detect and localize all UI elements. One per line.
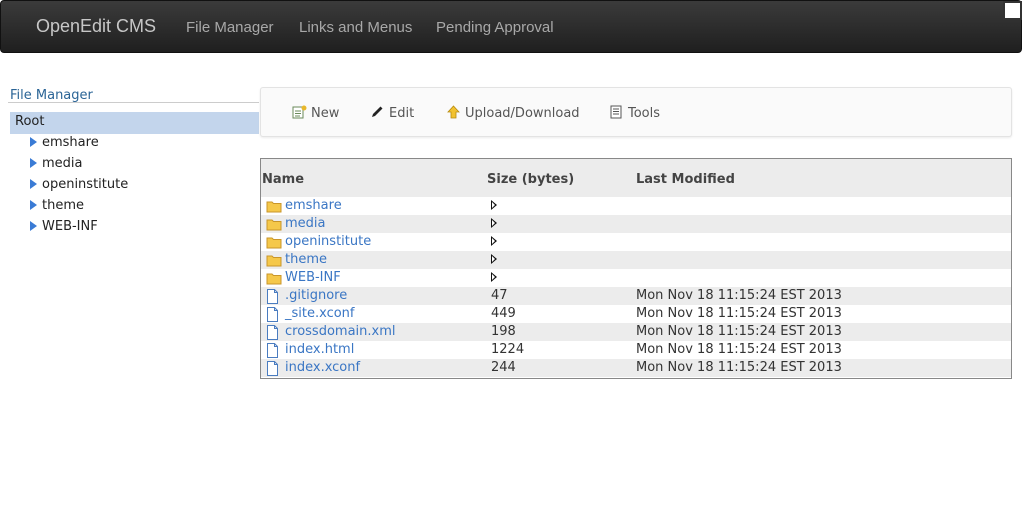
brand-title[interactable]: OpenEdit CMS [36,16,156,37]
file-name-link[interactable]: index.html [285,342,354,357]
table-row[interactable]: index.html 1224 Mon Nov 18 11:15:24 EST 20… [261,341,1011,359]
expand-arrow-icon[interactable] [30,137,37,147]
tree-item-web-inf[interactable]: WEB-INF [30,219,98,239]
expand-arrow-icon[interactable] [30,221,37,231]
table-row[interactable]: media [261,215,1011,233]
column-header-size[interactable]: Size (bytes) [487,172,574,187]
divider [8,102,259,103]
last-modified: Mon Nov 18 11:15:24 EST 2013 [636,342,842,357]
pencil-icon [372,106,383,117]
column-header-modified[interactable]: Last Modified [636,172,735,187]
window-control-box[interactable] [1003,1,1022,20]
new-file-icon [292,105,307,119]
document-icon [610,105,622,119]
nav-pending-approval[interactable]: Pending Approval [436,19,554,36]
tree-item-openinstitute[interactable]: openinstitute [30,177,128,197]
table-row[interactable]: WEB-INF [261,269,1011,287]
tools-button[interactable]: Tools [609,105,660,121]
table-row[interactable]: crossdomain.xml 198 Mon Nov 18 11:15:24 ES… [261,323,1011,341]
expand-arrow-icon[interactable] [491,272,497,282]
file-size: 198 [491,324,516,339]
upload-arrow-icon [447,105,460,119]
tree-item-label: theme [42,198,84,213]
expand-arrow-icon[interactable] [491,218,497,228]
new-button-label: New [311,106,340,121]
table-row[interactable]: emshare [261,197,1011,215]
nav-links-and-menus[interactable]: Links and Menus [299,19,412,36]
expand-arrow-icon[interactable] [491,254,497,264]
edit-button-label: Edit [389,106,415,121]
file-name-link[interactable]: media [285,216,326,231]
edit-button[interactable]: Edit [370,105,414,121]
tree-title: File Manager [10,88,93,103]
file-size: 244 [491,360,516,375]
last-modified: Mon Nov 18 11:15:24 EST 2013 [636,288,842,303]
file-table: Name Size (bytes) Last Modified emshare m… [260,158,1012,379]
file-name-link[interactable]: openinstitute [285,234,371,249]
file-name-link[interactable]: emshare [285,198,342,213]
upload-download-button[interactable]: Upload/Download [446,105,580,121]
nav-file-manager[interactable]: File Manager [186,19,274,36]
tree-item-media[interactable]: media [30,156,83,176]
file-name-link[interactable]: crossdomain.xml [285,324,396,339]
expand-arrow-icon[interactable] [491,236,497,246]
tools-button-label: Tools [628,106,661,121]
file-size: 449 [491,306,516,321]
file-name-link[interactable]: _site.xconf [285,306,355,321]
expand-arrow-icon[interactable] [30,158,37,168]
table-row[interactable]: theme [261,251,1011,269]
last-modified: Mon Nov 18 11:15:24 EST 2013 [636,324,842,339]
expand-arrow-icon[interactable] [491,200,497,210]
file-name-link[interactable]: .gitignore [285,288,347,303]
column-header-name[interactable]: Name [262,172,304,187]
tree-item-label: openinstitute [42,177,129,192]
tree-item-label: emshare [42,135,99,150]
file-size: 1224 [491,342,525,357]
table-row[interactable]: .gitignore 47 Mon Nov 18 11:15:24 EST 2013 [261,287,1011,305]
new-button[interactable]: New [292,105,339,121]
tree-item-label: WEB-INF [42,219,98,234]
file-name-link[interactable]: theme [285,252,327,267]
tree-root[interactable]: Root [10,112,259,134]
table-row[interactable]: _site.xconf 449 Mon Nov 18 11:15:24 EST 20… [261,305,1011,323]
last-modified: Mon Nov 18 11:15:24 EST 2013 [636,360,842,375]
tree-item-emshare[interactable]: emshare [30,135,99,155]
table-header: Name Size (bytes) Last Modified [261,159,1011,197]
tree-item-label: media [42,156,83,171]
file-size: 47 [491,288,508,303]
file-name-link[interactable]: index.xconf [285,360,360,375]
upload-download-label: Upload/Download [465,106,580,121]
expand-arrow-icon[interactable] [30,179,37,189]
table-row[interactable]: openinstitute [261,233,1011,251]
table-row[interactable]: index.xconf 244 Mon Nov 18 11:15:24 EST 20… [261,359,1011,377]
top-navbar: OpenEdit CMS File Manager Links and Menu… [0,0,1022,53]
tree-item-theme[interactable]: theme [30,198,84,218]
expand-arrow-icon[interactable] [30,200,37,210]
file-name-link[interactable]: WEB-INF [285,270,341,285]
file-icon [266,361,279,380]
file-toolbar: New Edit Upload/Download Tools [260,87,1012,137]
last-modified: Mon Nov 18 11:15:24 EST 2013 [636,306,842,321]
